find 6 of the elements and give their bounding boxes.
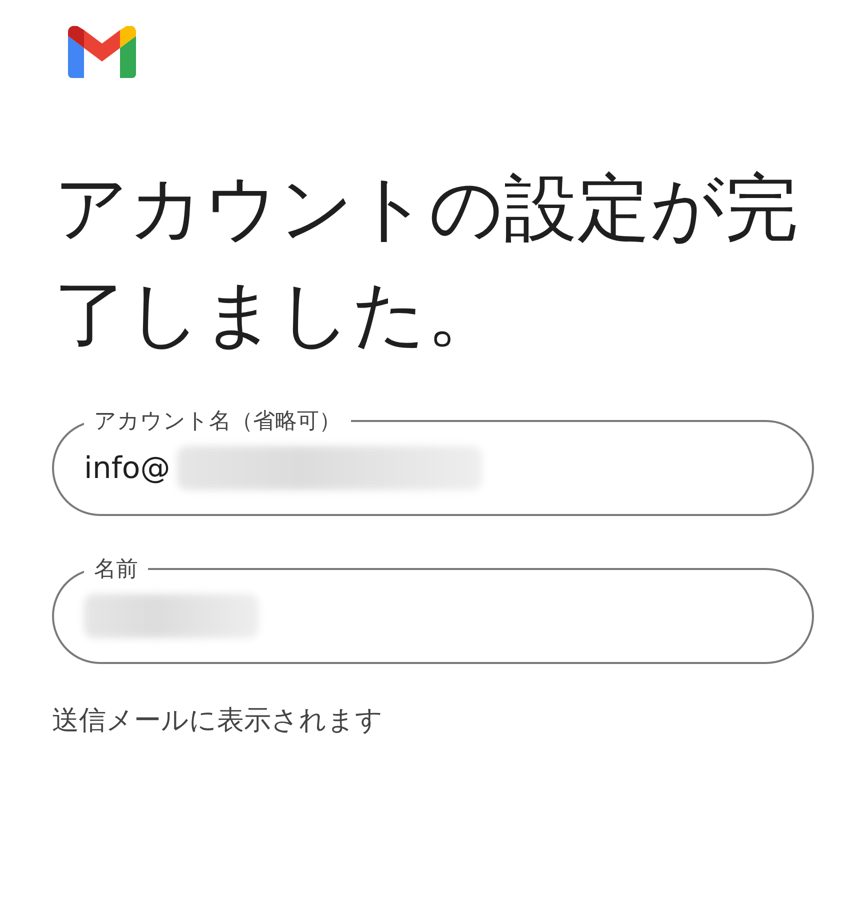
field-value: info@ bbox=[84, 450, 176, 486]
field-label: アカウント名（省略可） bbox=[93, 408, 342, 436]
mail-logo-icon bbox=[68, 26, 136, 78]
helper-text: 送信メールに表示されます bbox=[52, 704, 384, 738]
field-label: 名前 bbox=[93, 556, 139, 584]
page-heading: アカウントの設定が完了しました。 bbox=[54, 165, 799, 359]
